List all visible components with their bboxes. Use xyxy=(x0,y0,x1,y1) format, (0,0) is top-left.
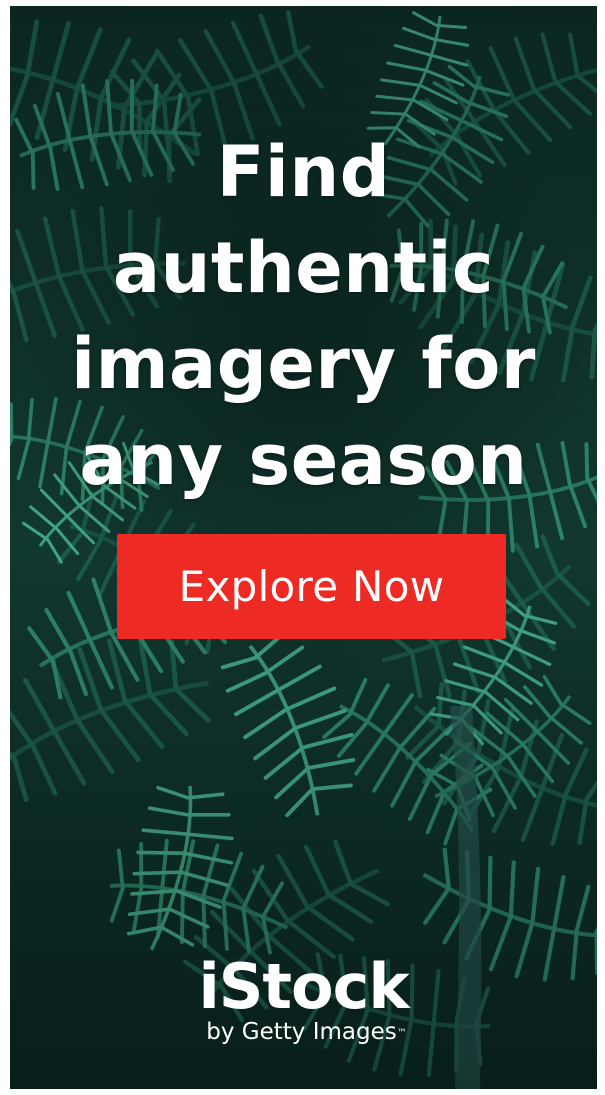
page: Find authentic imagery for any season Ex… xyxy=(0,0,605,1095)
explore-now-button[interactable]: Explore Now xyxy=(117,534,506,639)
headline-line: imagery for xyxy=(71,323,536,405)
trademark-symbol: ™ xyxy=(396,1028,407,1039)
istock-banner-ad[interactable]: Find authentic imagery for any season Ex… xyxy=(10,6,597,1089)
headline: Find authentic imagery for any season xyxy=(10,124,597,508)
headline-line: authentic xyxy=(112,227,495,309)
logo-tagline: by Getty Images™ xyxy=(10,1018,597,1046)
headline-line: any season xyxy=(79,419,528,501)
logo-tagline-text: by Getty Images xyxy=(206,1019,397,1045)
logo-wordmark: iStock xyxy=(198,950,409,1023)
headline-line: Find xyxy=(216,131,391,213)
istock-logo[interactable]: iStock by Getty Images™ xyxy=(10,954,597,1046)
